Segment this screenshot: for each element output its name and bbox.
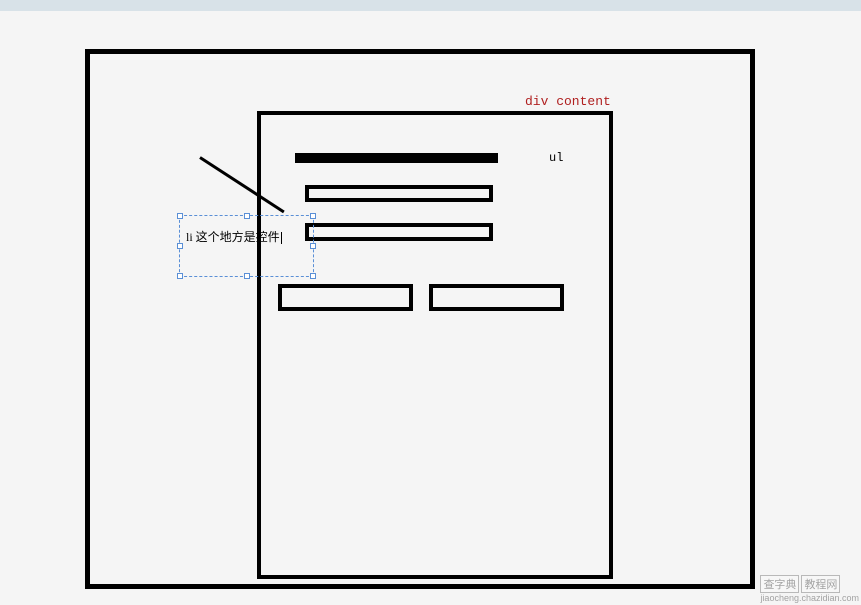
resize-handle-e[interactable] <box>310 243 316 249</box>
button-box-left <box>278 284 413 311</box>
button-box-right <box>429 284 564 311</box>
solid-bar <box>295 153 498 163</box>
resize-handle-sw[interactable] <box>177 273 183 279</box>
watermark-url: jiaocheng.chazidian.com <box>760 593 859 603</box>
resize-handle-se[interactable] <box>310 273 316 279</box>
resize-handle-s[interactable] <box>244 273 250 279</box>
text-caret <box>281 232 282 244</box>
watermark-box-2: 教程网 <box>801 575 840 593</box>
watermark-box-1: 查字典 <box>760 575 799 593</box>
list-item-box-2 <box>305 223 493 241</box>
label-ul: ul <box>549 151 563 165</box>
window-titlebar-strip <box>0 0 861 11</box>
editor-canvas[interactable]: div content ul li 这个地方是控件 查字典教程网 jiaoche… <box>0 11 861 605</box>
resize-handle-nw[interactable] <box>177 213 183 219</box>
resize-handle-w[interactable] <box>177 243 183 249</box>
resize-handle-n[interactable] <box>244 213 250 219</box>
annotation-text: li 这个地方是控件 <box>186 228 282 245</box>
inner-container-box <box>257 111 613 579</box>
label-div-content: div content <box>525 94 611 109</box>
annotation-textbox[interactable]: li 这个地方是控件 <box>179 215 314 277</box>
resize-handle-ne[interactable] <box>310 213 316 219</box>
watermark: 查字典教程网 jiaocheng.chazidian.com <box>760 575 859 603</box>
list-item-box-1 <box>305 185 493 202</box>
